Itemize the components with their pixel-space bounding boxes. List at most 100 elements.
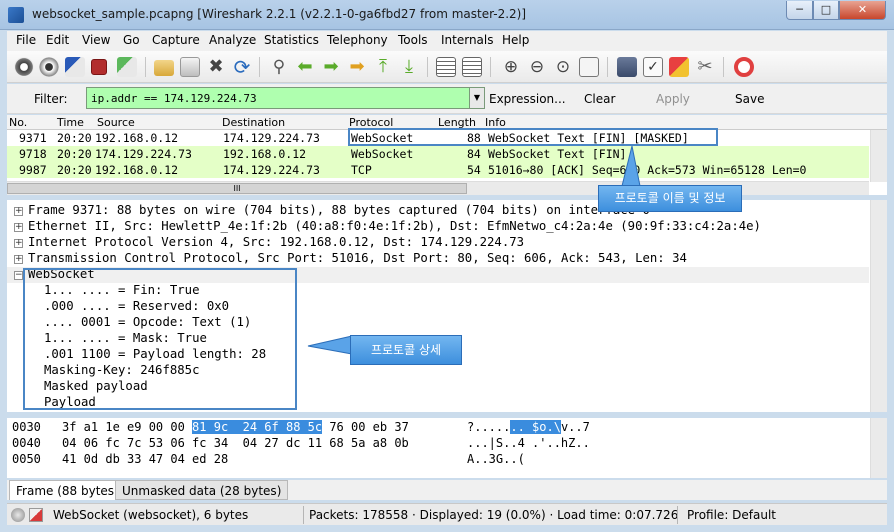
- save-file-icon[interactable]: [180, 57, 200, 77]
- detail-row-ip[interactable]: + Internet Protocol Version 4, Src: 192.…: [7, 235, 869, 251]
- filter-bar: Filter: ip.addr == 174.129.224.73 ▼ Expr…: [7, 84, 887, 114]
- packet-protocol: WebSocket: [351, 147, 414, 161]
- hex-offset: 0050: [12, 452, 41, 466]
- maximize-button[interactable]: □: [813, 1, 839, 20]
- display-filter-input[interactable]: ip.addr == 174.129.224.73: [86, 87, 471, 109]
- column-destination[interactable]: Destination: [222, 116, 285, 129]
- save-button[interactable]: Save: [735, 92, 764, 106]
- expand-icon[interactable]: +: [14, 207, 23, 216]
- hex-bytes: 41 0d db 33 47 04 ed 28: [62, 452, 229, 466]
- detail-row-tcp[interactable]: + Transmission Control Protocol, Src Por…: [7, 251, 869, 267]
- hex-ascii: A..3G..(: [467, 452, 525, 466]
- hex-bytes: 3f a1 1e e9 00 00 81 9c 24 6f 88 5c 76 0…: [62, 420, 409, 434]
- status-packets: Packets: 178558 · Displayed: 19 (0.0%) ·…: [309, 508, 679, 522]
- hex-scrollbar[interactable]: [870, 418, 887, 478]
- tab-unmasked-data[interactable]: Unmasked data (28 bytes): [115, 480, 289, 500]
- toolbar-separator: [607, 57, 608, 77]
- menu-go[interactable]: Go: [123, 33, 140, 47]
- coloring-rules-icon[interactable]: [669, 57, 689, 77]
- websocket-detail-box: [23, 268, 297, 410]
- main-toolbar: ✖ ⟳ ⚲ ⬅ ➡ ➡ ⤒ ⤓ ⊕ ⊖ ⊙ ✓ ✂: [7, 51, 887, 83]
- menu-view[interactable]: View: [82, 33, 110, 47]
- packet-no: 9987: [19, 163, 47, 177]
- capture-filters-icon[interactable]: [617, 57, 637, 77]
- expand-icon[interactable]: +: [14, 239, 23, 248]
- restart-capture-icon[interactable]: [117, 57, 137, 77]
- menu-tools[interactable]: Tools: [398, 33, 428, 47]
- display-filters-icon[interactable]: ✓: [643, 57, 663, 77]
- options-icon[interactable]: [39, 57, 59, 77]
- collapse-icon[interactable]: −: [14, 271, 23, 280]
- expression-button[interactable]: Expression...: [489, 92, 566, 106]
- column-time[interactable]: Time: [57, 116, 84, 129]
- hex-offset: 0040: [12, 436, 41, 450]
- stop-capture-icon[interactable]: [91, 59, 107, 75]
- packet-row[interactable]: 9718 20:20 174.129.224.73 192.168.0.12 W…: [7, 146, 869, 162]
- packet-source: 192.168.0.12: [95, 163, 179, 177]
- auto-scroll-icon[interactable]: [462, 57, 482, 77]
- status-separator: [677, 506, 678, 524]
- packet-length: 84: [467, 147, 481, 161]
- details-scrollbar[interactable]: [870, 200, 887, 412]
- help-icon[interactable]: [734, 57, 754, 77]
- expand-icon[interactable]: +: [14, 255, 23, 264]
- reload-icon[interactable]: ⟳: [232, 57, 252, 77]
- packet-protocol: TCP: [351, 163, 372, 177]
- hex-pane: 0030 3f a1 1e e9 00 00 81 9c 24 6f 88 5c …: [7, 418, 887, 478]
- detail-row-ethernet[interactable]: + Ethernet II, Src: HewlettP_4e:1f:2b (4…: [7, 219, 869, 235]
- close-button[interactable]: ✕: [839, 1, 886, 20]
- status-profile[interactable]: Profile: Default: [687, 508, 776, 522]
- column-source[interactable]: Source: [97, 116, 135, 129]
- menu-analyze[interactable]: Analyze: [209, 33, 256, 47]
- menu-capture[interactable]: Capture: [152, 33, 200, 47]
- protocol-highlight-box: [348, 128, 718, 146]
- packet-list-scrollbar[interactable]: [870, 130, 887, 182]
- menu-file[interactable]: File: [16, 33, 36, 47]
- find-packet-icon[interactable]: ⚲: [269, 57, 289, 77]
- last-packet-icon[interactable]: ⤓: [399, 57, 419, 77]
- toolbar-separator: [490, 57, 491, 77]
- bytes-tabs: Frame (88 bytes) Unmasked data (28 bytes…: [7, 480, 887, 500]
- packet-row[interactable]: 9987 20:20 192.168.0.12 174.129.224.73 T…: [7, 162, 869, 178]
- go-back-icon[interactable]: ⬅: [295, 57, 315, 77]
- open-file-icon[interactable]: [154, 60, 174, 76]
- clear-button[interactable]: Clear: [584, 92, 615, 106]
- zoom-out-icon[interactable]: ⊖: [527, 57, 547, 77]
- minimize-button[interactable]: ─: [786, 1, 813, 20]
- packet-no: 9371: [19, 131, 47, 145]
- apply-button[interactable]: Apply: [656, 92, 690, 106]
- packet-length: 54: [467, 163, 481, 177]
- detail-text: Internet Protocol Version 4, Src: 192.16…: [28, 235, 525, 249]
- expand-icon[interactable]: +: [14, 223, 23, 232]
- toolbar-separator: [145, 57, 146, 77]
- go-to-packet-icon[interactable]: ➡: [347, 57, 367, 77]
- go-forward-icon[interactable]: ➡: [321, 57, 341, 77]
- first-packet-icon[interactable]: ⤒: [373, 57, 393, 77]
- interfaces-icon[interactable]: [14, 57, 34, 77]
- packet-time: 20:20: [57, 131, 92, 145]
- preferences-icon[interactable]: ✂: [695, 57, 715, 77]
- menu-bar: File Edit View Go Capture Analyze Statis…: [7, 31, 887, 51]
- filter-label: Filter:: [34, 92, 68, 106]
- title-bar: websocket_sample.pcapng [Wireshark 2.2.1…: [0, 0, 894, 30]
- normal-size-icon[interactable]: ⊙: [553, 57, 573, 77]
- menu-statistics[interactable]: Statistics: [264, 33, 319, 47]
- resize-columns-icon[interactable]: [579, 57, 599, 77]
- close-file-icon[interactable]: ✖: [206, 57, 226, 77]
- chevron-down-icon[interactable]: ▼: [469, 87, 485, 109]
- menu-edit[interactable]: Edit: [46, 33, 69, 47]
- menu-help[interactable]: Help: [502, 33, 529, 47]
- start-capture-icon[interactable]: [65, 57, 85, 77]
- capture-comment-icon[interactable]: [29, 508, 43, 522]
- menu-telephony[interactable]: Telephony: [327, 33, 388, 47]
- hex-offset: 0030: [12, 420, 41, 434]
- colorize-icon[interactable]: [436, 57, 456, 77]
- column-no[interactable]: No.: [9, 116, 27, 129]
- expert-info-icon[interactable]: [11, 508, 25, 522]
- zoom-in-icon[interactable]: ⊕: [501, 57, 521, 77]
- menu-internals[interactable]: Internals: [441, 33, 494, 47]
- packet-source: 174.129.224.73: [95, 147, 192, 161]
- scroll-grip[interactable]: III: [7, 183, 467, 194]
- tab-frame[interactable]: Frame (88 bytes): [9, 480, 126, 500]
- detail-text: Ethernet II, Src: HewlettP_4e:1f:2b (40:…: [28, 219, 761, 233]
